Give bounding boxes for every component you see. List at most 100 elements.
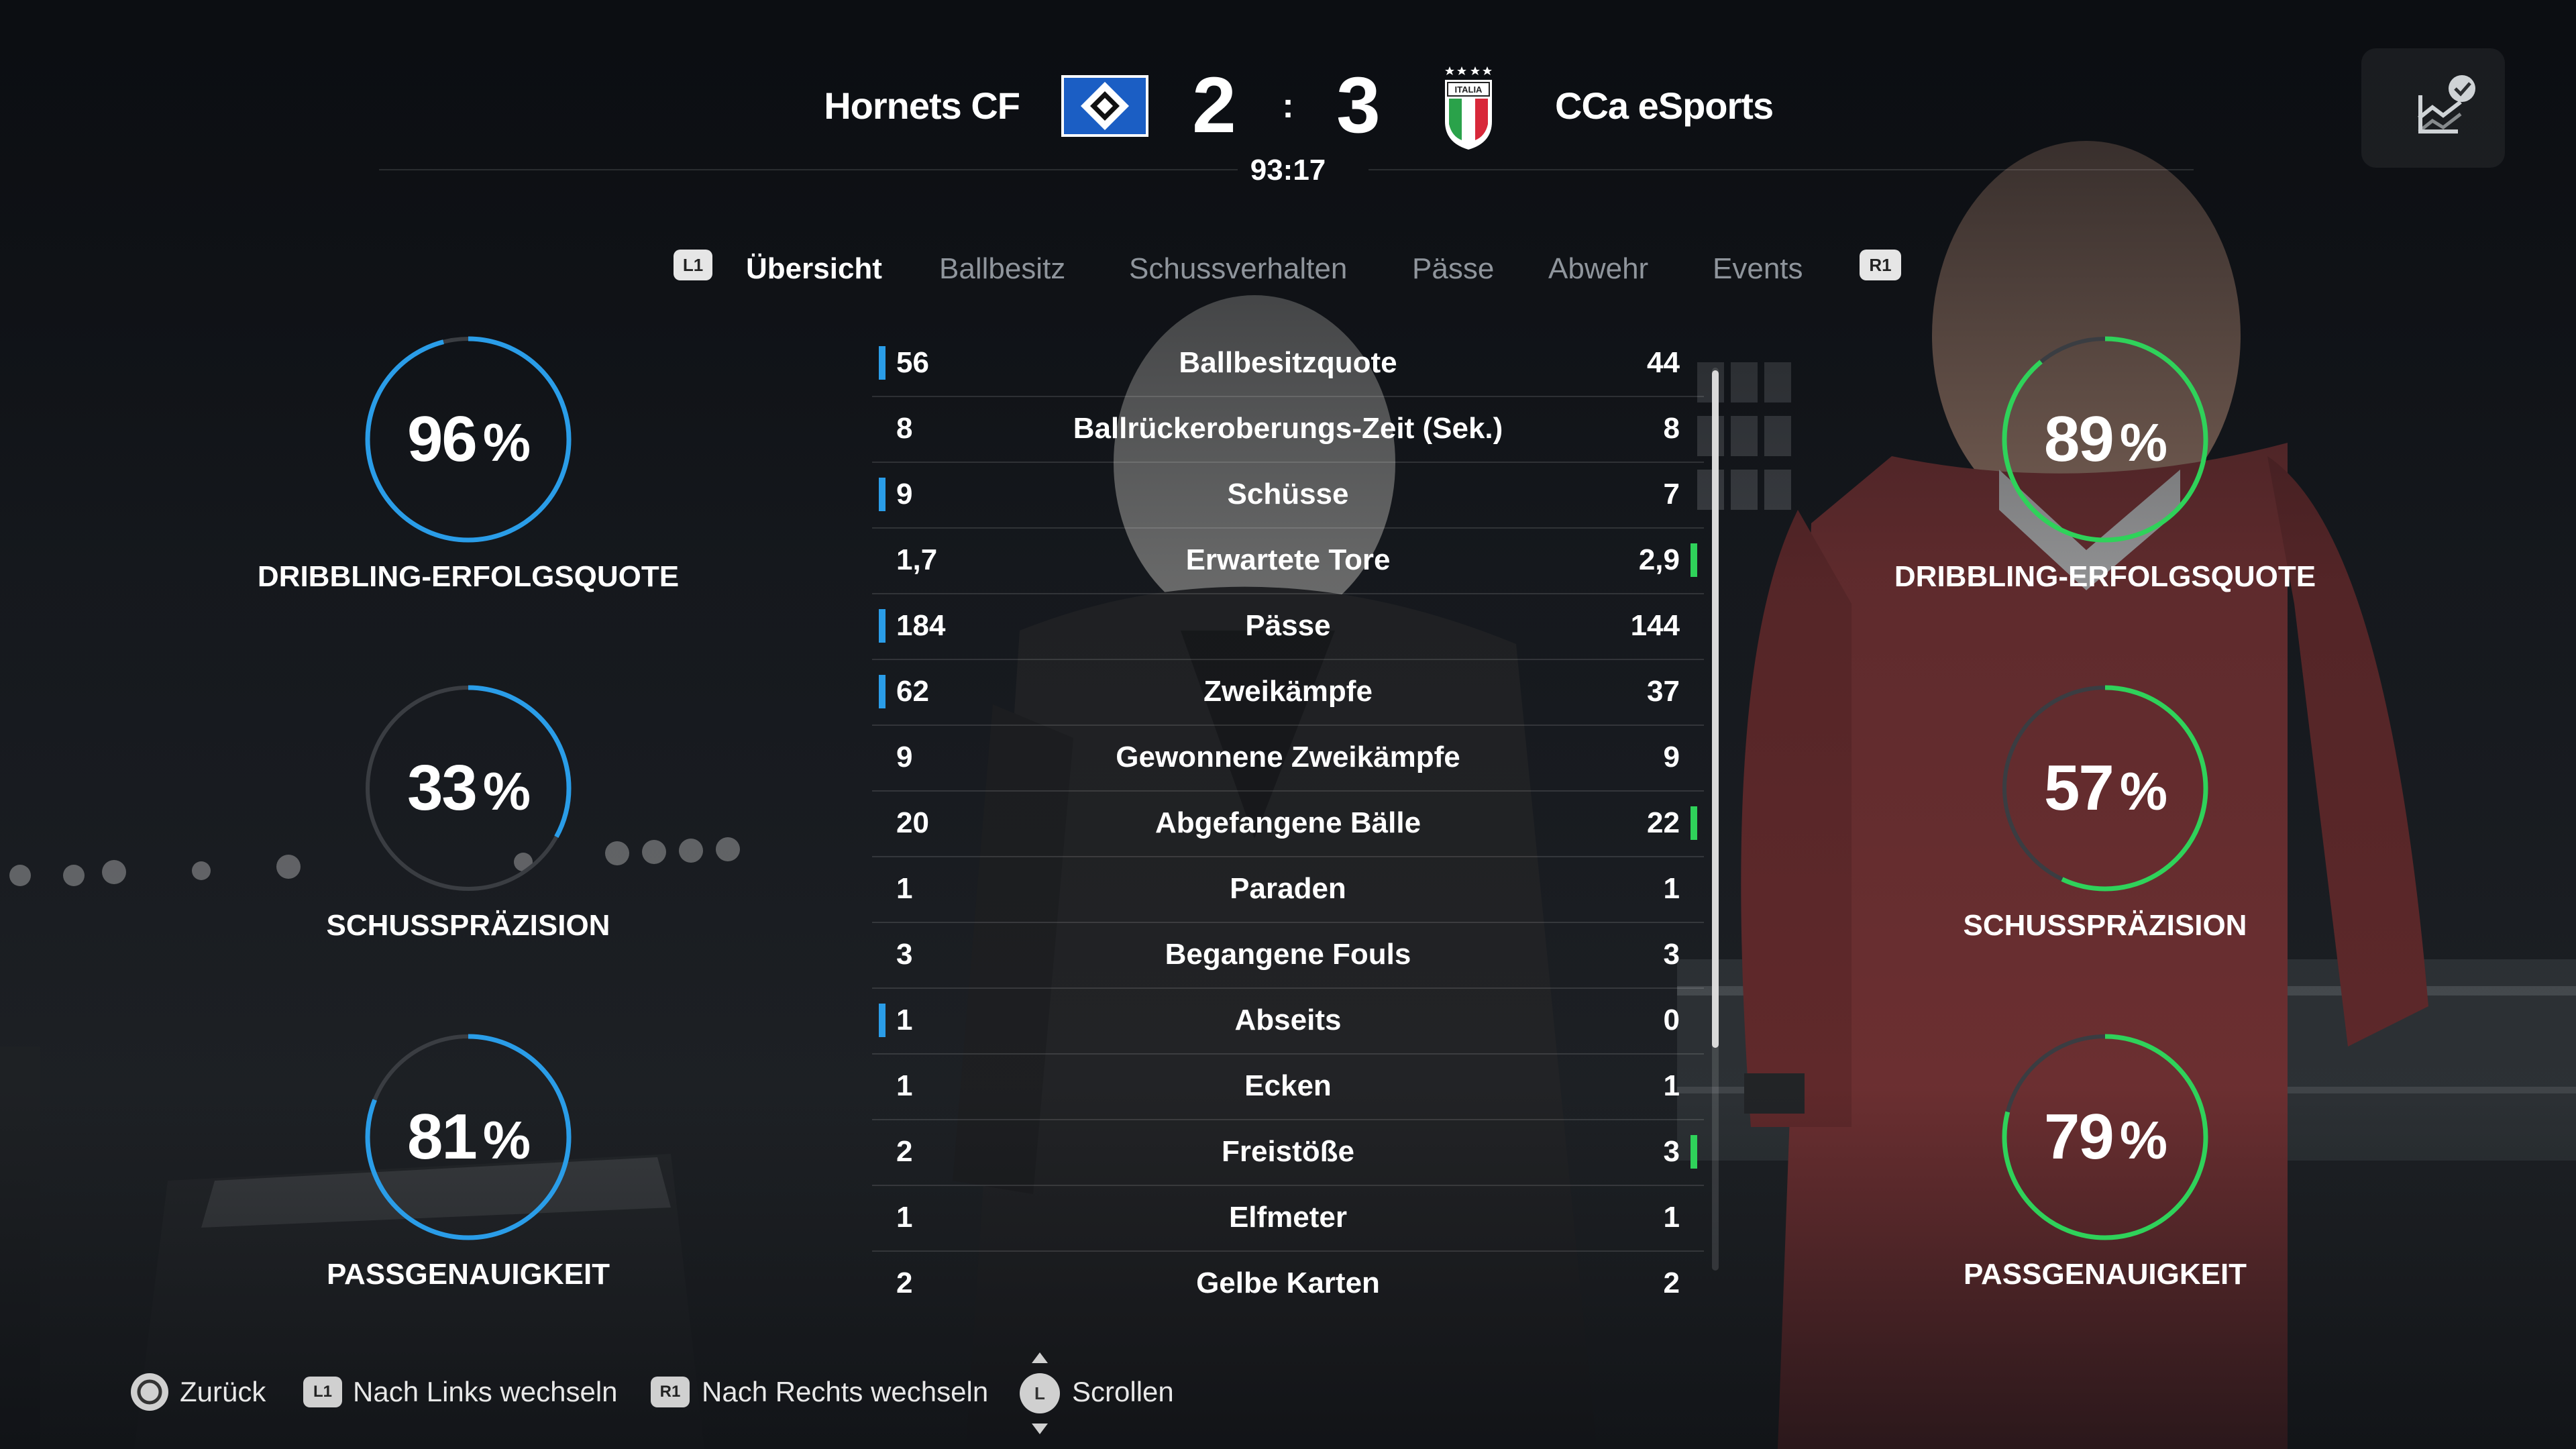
stats-sync-button[interactable]	[2361, 48, 2505, 168]
footer-r1-badge: R1	[651, 1377, 690, 1407]
home-pass-accuracy-label: PASSGENAUIGKEIT	[326, 1258, 610, 1291]
away-shot-accuracy-gauge: 57%	[1998, 681, 2212, 896]
away-lead-marker	[1690, 806, 1697, 840]
stat-label: Gelbe Karten	[1196, 1267, 1380, 1299]
stat-home-value: 1	[896, 1201, 913, 1234]
header-divider-left	[379, 169, 1238, 170]
stat-label: Gewonnene Zweikämpfe	[1116, 741, 1460, 773]
stat-row-elfmeter: 1 Elfmeter 1	[872, 1185, 1704, 1252]
stat-away-value: 1	[1663, 1069, 1680, 1102]
tab-prev-l1-badge[interactable]: L1	[674, 250, 712, 280]
score-separator: :	[1282, 87, 1294, 125]
stat-label: Begangene Fouls	[1165, 938, 1411, 971]
tab-uebersicht[interactable]: Übersicht	[746, 246, 882, 292]
stat-row-erwartete-tore: 1,7 Erwartete Tore 2,9	[872, 527, 1704, 594]
stat-row-abseits: 1 Abseits 0	[872, 987, 1704, 1055]
stat-away-value: 44	[1647, 346, 1680, 379]
stat-home-value: 1,7	[896, 543, 938, 576]
stat-away-value: 2,9	[1638, 543, 1680, 576]
stat-row-ballrueckeroberung: 8 Ballrückeroberungs-Zeit (Sek.) 8	[872, 396, 1704, 463]
home-pass-accuracy-value: 81	[407, 1101, 478, 1173]
svg-text:L: L	[1034, 1383, 1045, 1403]
stat-label: Abgefangene Bälle	[1155, 806, 1421, 839]
left-stick-icon: L	[1018, 1350, 1061, 1437]
home-score: 2	[1192, 61, 1236, 150]
stat-label: Schüsse	[1227, 478, 1349, 511]
stat-row-zweikaempfe: 62 Zweikämpfe 37	[872, 659, 1704, 726]
home-shot-accuracy-label: SCHUSSPRÄZISION	[326, 909, 610, 942]
footer-switch-right[interactable]: Nach Rechts wechseln	[702, 1372, 988, 1412]
footer-l1-badge: L1	[303, 1377, 342, 1407]
match-clock: 93:17	[1250, 154, 1326, 186]
stat-away-value: 144	[1630, 609, 1680, 642]
stat-label: Ecken	[1244, 1069, 1332, 1102]
stat-home-value: 2	[896, 1267, 913, 1299]
svg-text:ITALIA: ITALIA	[1455, 85, 1483, 95]
tab-ballbesitz[interactable]: Ballbesitz	[939, 246, 1065, 292]
stat-home-value: 9	[896, 741, 913, 773]
stat-label: Ballbesitzquote	[1179, 346, 1397, 379]
stats-scrollbar-thumb[interactable]	[1712, 370, 1719, 1048]
stat-away-value: 3	[1663, 938, 1680, 971]
stat-away-value: 0	[1663, 1004, 1680, 1036]
footer-back[interactable]: Zurück	[180, 1372, 266, 1412]
away-lead-marker	[1690, 543, 1697, 577]
stat-home-value: 1	[896, 1069, 913, 1102]
away-score: 3	[1336, 61, 1381, 150]
home-dribbling-value: 96	[407, 403, 478, 475]
away-team-name: CCa eSports	[1555, 85, 1774, 127]
home-lead-marker	[879, 478, 885, 511]
away-team-crest: ITALIA	[1445, 66, 1492, 150]
away-lead-marker	[1690, 1135, 1697, 1169]
home-dribbling-gauge: 96%	[361, 332, 576, 547]
away-shot-accuracy-label: SCHUSSPRÄZISION	[1963, 909, 2247, 942]
stat-away-value: 2	[1663, 1267, 1680, 1299]
stat-row-gewonnene-zweikaempfe: 9 Gewonnene Zweikämpfe 9	[872, 724, 1704, 792]
stat-home-value: 184	[896, 609, 946, 642]
home-team-name: Hornets CF	[824, 85, 1020, 127]
stat-label: Zweikämpfe	[1203, 675, 1373, 708]
stat-home-value: 9	[896, 478, 913, 511]
tab-next-r1-badge[interactable]: R1	[1860, 250, 1901, 280]
stat-away-value: 1	[1663, 872, 1680, 905]
stat-label: Ballrückeroberungs-Zeit (Sek.)	[1073, 412, 1503, 445]
stat-away-value: 7	[1663, 478, 1680, 511]
stat-row-paesse: 184 Pässe 144	[872, 593, 1704, 660]
stat-home-value: 3	[896, 938, 913, 971]
footer-scroll[interactable]: Scrollen	[1072, 1372, 1174, 1412]
stat-label: Freistöße	[1221, 1135, 1355, 1168]
footer-switch-left[interactable]: Nach Links wechseln	[353, 1372, 618, 1412]
away-shot-accuracy-value: 57	[2044, 752, 2114, 824]
home-lead-marker	[879, 609, 885, 643]
home-shot-accuracy-value: 33	[407, 752, 478, 824]
away-dribbling-gauge: 89%	[1998, 332, 2212, 547]
stat-home-value: 2	[896, 1135, 913, 1168]
stat-home-value: 20	[896, 806, 929, 839]
stat-row-freistoesse: 2 Freistöße 3	[872, 1119, 1704, 1186]
stat-away-value: 8	[1663, 412, 1680, 445]
stat-away-value: 37	[1647, 675, 1680, 708]
stat-home-value: 8	[896, 412, 913, 445]
home-dribbling-label: DRIBBLING-ERFOLGSQUOTE	[257, 560, 680, 593]
stat-home-value: 62	[896, 675, 929, 708]
stat-away-value: 3	[1663, 1135, 1680, 1168]
stat-label: Erwartete Tore	[1185, 543, 1391, 576]
away-pass-accuracy-label: PASSGENAUIGKEIT	[1963, 1258, 2247, 1291]
tab-abwehr[interactable]: Abwehr	[1548, 246, 1648, 292]
stat-row-schuesse: 9 Schüsse 7	[872, 462, 1704, 529]
stat-row-ecken: 1 Ecken 1	[872, 1053, 1704, 1120]
home-lead-marker	[879, 346, 885, 380]
tab-paesse[interactable]: Pässe	[1412, 246, 1494, 292]
stat-away-value: 22	[1647, 806, 1680, 839]
stat-row-gelbe-karten: 2 Gelbe Karten 2	[872, 1250, 1704, 1316]
stat-label: Pässe	[1245, 609, 1331, 642]
stat-row-abgefangene-baelle: 20 Abgefangene Bälle 22	[872, 790, 1704, 857]
home-lead-marker	[879, 675, 885, 708]
tab-schussverhalten[interactable]: Schussverhalten	[1129, 246, 1347, 292]
stat-label: Abseits	[1234, 1004, 1342, 1036]
chart-check-icon	[2418, 75, 2475, 133]
tab-events[interactable]: Events	[1713, 246, 1803, 292]
away-dribbling-value: 89	[2044, 403, 2114, 475]
stat-home-value: 1	[896, 872, 913, 905]
stat-home-value: 1	[896, 1004, 913, 1036]
